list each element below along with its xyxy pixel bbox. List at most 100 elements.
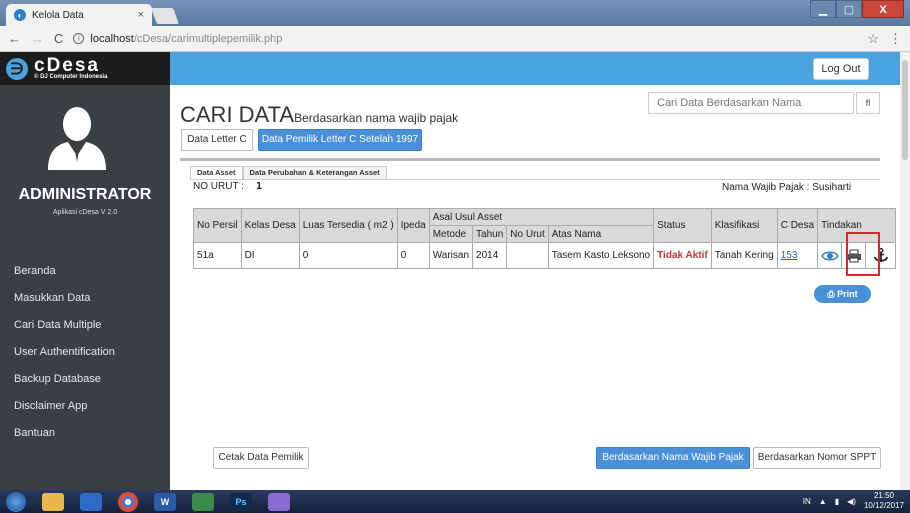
window-minimize-button[interactable]: ▁: [810, 0, 836, 18]
cetak-data-pemilik-button[interactable]: Cetak Data Pemilik: [213, 447, 309, 469]
site-favicon-icon: ◐: [14, 9, 26, 21]
col-atas-nama: Atas Nama: [547, 225, 655, 243]
section-divider: [180, 158, 880, 161]
berdasarkan-nama-button[interactable]: Berdasarkan Nama Wajib Pajak: [596, 447, 750, 469]
url-path: /cDesa/carimultiplepemilik.php: [133, 32, 283, 45]
cell-kelas-desa: DI: [240, 242, 300, 269]
highlight-box: [846, 232, 880, 276]
start-button-icon[interactable]: [6, 491, 26, 512]
cell-ipeda: 0: [396, 242, 430, 269]
page-title: CARI DATABerdasarkan nama wajib pajak: [180, 102, 458, 128]
address-bar: ← → C i localhost/cDesa/carimultiplepemi…: [0, 26, 910, 52]
tab-data-asset[interactable]: Data Asset: [190, 166, 243, 179]
logo-mark-icon: ∋: [6, 57, 28, 80]
volume-icon[interactable]: ◀): [847, 497, 856, 506]
sidebar-item-beranda[interactable]: Beranda: [0, 258, 170, 285]
language-indicator[interactable]: IN: [803, 497, 811, 506]
window-controls: ▁ ▢ X: [810, 0, 904, 18]
url-host: localhost: [90, 32, 134, 45]
col-ipeda: Ipeda: [396, 208, 430, 243]
cell-c-desa-link[interactable]: 153: [776, 242, 819, 269]
forward-icon[interactable]: →: [31, 31, 44, 46]
eye-icon: [820, 251, 839, 260]
col-luas: Luas Tersedia ( m2 ): [298, 208, 398, 243]
col-asal-usul: Asal Usul Asset: [428, 208, 655, 226]
user-avatar-icon: [48, 107, 106, 170]
berdasarkan-sppt-button[interactable]: Berdasarkan Nomor SPPT: [753, 447, 881, 469]
clock-date: 10/12/2017: [863, 501, 904, 510]
print-icon: ⎙: [827, 289, 835, 299]
cell-tahun: 2014: [472, 242, 508, 269]
system-tray: IN ▲ ▮ ◀) 21:50 10/12/2017: [803, 491, 904, 511]
bookmark-star-icon[interactable]: ☆: [867, 31, 879, 47]
sidebar-item-masukkan-data[interactable]: Masukkan Data: [0, 285, 170, 312]
tab-close-icon[interactable]: ×: [138, 9, 144, 21]
file-explorer-icon[interactable]: [42, 492, 64, 511]
cell-metode: Warisan: [428, 242, 474, 269]
clock[interactable]: 21:50 10/12/2017: [864, 491, 904, 511]
col-klasifikasi: Klasifikasi: [710, 208, 778, 243]
taskbar: W Ps: [0, 490, 910, 513]
browser-tab-bar: ◐ Kelola Data × ▁ ▢ X: [0, 0, 910, 26]
tab-underline: [190, 179, 880, 180]
tab-title: Kelola Data: [32, 9, 84, 21]
sidebar-item-backup-database[interactable]: Backup Database: [0, 366, 170, 393]
user-role: ADMINISTRATOR: [18, 186, 152, 203]
sidebar-item-bantuan[interactable]: Bantuan: [0, 420, 170, 447]
network-icon[interactable]: ▮: [835, 497, 839, 506]
cell-luas: 0: [298, 242, 398, 269]
window-maximize-button[interactable]: ▢: [836, 0, 862, 18]
scrollbar-thumb[interactable]: [902, 60, 908, 160]
print-button[interactable]: ⎙ Print: [814, 285, 871, 303]
cell-status: Tidak Aktif: [653, 242, 712, 269]
cell-no-persil: 51a: [193, 242, 242, 269]
sidebar-item-user-authentification[interactable]: User Authentification: [0, 339, 170, 366]
tab-data-perubahan[interactable]: Data Perubahan & Keterangan Asset: [242, 166, 387, 179]
search-input[interactable]: [648, 92, 854, 114]
reload-icon[interactable]: C: [54, 31, 63, 46]
media-player-icon[interactable]: [80, 492, 102, 511]
nama-wajib-pajak: Nama Wajib Pajak : Susiharti: [722, 182, 852, 193]
back-icon[interactable]: ←: [8, 31, 21, 46]
sidebar-menu: Beranda Masukkan Data Cari Data Multiple…: [0, 258, 170, 447]
cell-atas-nama: Tasem Kasto Leksono: [547, 242, 655, 269]
tray-arrow-icon[interactable]: ▲: [819, 497, 827, 506]
page-subtitle: Berdasarkan nama wajib pajak: [294, 111, 459, 125]
col-metode: Metode: [428, 225, 474, 243]
page-scrollbar[interactable]: [900, 52, 910, 490]
sidebar-item-cari-data-multiple[interactable]: Cari Data Multiple: [0, 312, 170, 339]
window-close-button[interactable]: X: [862, 0, 904, 18]
app-logo[interactable]: ∋ cDesa © DJ Computer Indonesia: [0, 52, 170, 85]
word-icon[interactable]: W: [154, 492, 176, 511]
paint-icon[interactable]: [268, 492, 290, 511]
url-field[interactable]: i localhost/cDesa/carimultiplepemilik.ph…: [73, 33, 857, 45]
new-tab-button[interactable]: [151, 8, 179, 24]
browser-menu-icon[interactable]: ⋮: [889, 31, 902, 47]
browser-tab[interactable]: ◐ Kelola Data ×: [6, 4, 152, 26]
asset-table: No Persil Kelas Desa Luas Tersedia ( m2 …: [193, 208, 897, 269]
page-title-main: CARI DATA: [180, 102, 295, 127]
site-info-icon[interactable]: i: [73, 33, 85, 44]
chrome-icon[interactable]: [118, 491, 138, 512]
col-tahun: Tahun: [472, 225, 508, 243]
logo-name: cDesa: [34, 55, 100, 76]
logout-button[interactable]: Log Out: [813, 58, 869, 80]
clock-time: 21:50: [873, 491, 894, 500]
col-c-desa: C Desa: [776, 208, 819, 243]
col-kelas-desa: Kelas Desa: [240, 208, 300, 243]
logo-subtitle: © DJ Computer Indonesia: [34, 74, 108, 80]
view-button[interactable]: [817, 242, 843, 269]
asset-tabs: Data Asset Data Perubahan & Keterangan A…: [190, 166, 387, 179]
data-pemilik-button[interactable]: Data Pemilik Letter C Setelah 1997: [258, 129, 422, 151]
sidebar-item-disclaimer-app[interactable]: Disclaimer App: [0, 393, 170, 420]
search-button[interactable]: fl: [856, 92, 880, 114]
cell-no-urut: [506, 242, 549, 269]
photoshop-icon[interactable]: Ps: [230, 492, 252, 511]
data-letter-c-button[interactable]: Data Letter C: [181, 129, 253, 151]
col-no-urut: No Urut: [506, 225, 549, 243]
col-no-persil: No Persil: [193, 208, 242, 243]
no-urut-label: NO URUT :: [193, 181, 244, 192]
table-row: 51a DI 0 0 Warisan 2014 Tasem Kasto Leks…: [193, 242, 897, 269]
cell-klasifikasi: Tanah Kering: [710, 242, 778, 269]
image-viewer-icon[interactable]: [192, 492, 214, 511]
